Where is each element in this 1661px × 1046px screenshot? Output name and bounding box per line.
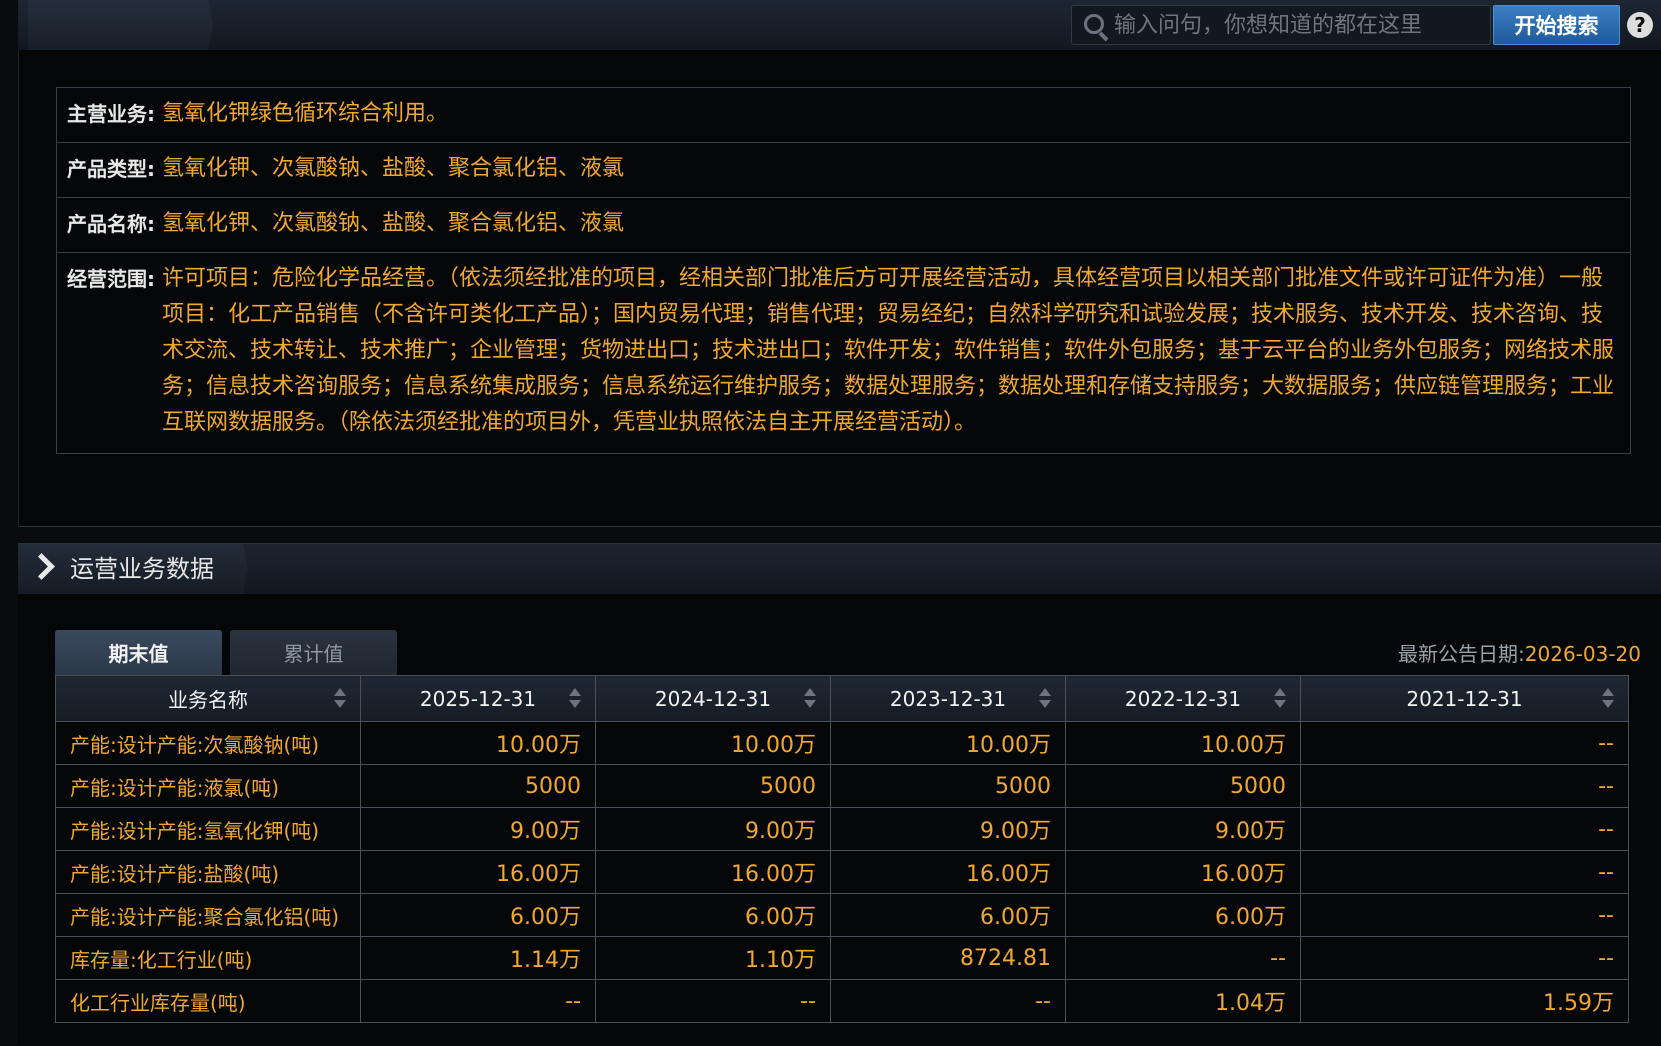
section-title: 运营业务数据 (70, 555, 214, 583)
table-cell: -- (595, 979, 831, 1023)
section-header-ops-data[interactable]: 运营业务数据 (18, 543, 1661, 594)
table-cell: -- (1065, 936, 1301, 980)
row-name: 产能:设计产能:盐酸(吨) (55, 850, 361, 894)
table-cell: -- (1300, 850, 1629, 894)
search-input[interactable] (1112, 5, 1490, 45)
table-cell: 1.10万 (595, 936, 831, 980)
table-cell: -- (1300, 893, 1629, 937)
sort-icon[interactable] (804, 688, 816, 708)
row-name: 产能:设计产能:氢氧化钾(吨) (55, 807, 361, 851)
table-cell: -- (1300, 764, 1629, 808)
sort-icon[interactable] (1039, 688, 1051, 708)
table-cell: 5000 (595, 764, 831, 808)
column-header-label: 2023-12-31 (889, 686, 1007, 711)
table-cell: -- (1300, 807, 1629, 851)
info-row-business-scope: 经营范围: 许可项目：危险化学品经营。（依法须经批准的项目，经相关部门批准后方可… (57, 253, 1630, 453)
tab-period-end[interactable]: 期末值 (55, 630, 222, 675)
table-cell: 6.00万 (595, 893, 831, 937)
info-label: 经营范围: (67, 267, 155, 291)
table-cell: 16.00万 (360, 850, 596, 894)
column-header-label: 2021-12-31 (1406, 686, 1523, 711)
info-row-product-name: 产品名称: 氢氧化钾、次氯酸钠、盐酸、聚合氯化铝、液氯 (57, 198, 1630, 253)
sort-icon[interactable] (1274, 688, 1286, 708)
column-header-2022[interactable]: 2022-12-31 (1065, 675, 1301, 722)
info-value: 许可项目：危险化学品经营。（依法须经批准的项目，经相关部门批准后方可开展经营活动… (162, 266, 1615, 435)
info-label: 产品名称: (67, 212, 155, 236)
table-row: 产能:设计产能:聚合氯化铝(吨) 6.00万 6.00万 6.00万 6.00万… (55, 893, 1629, 937)
column-header-name[interactable]: 业务名称 (55, 675, 361, 722)
table-cell: 1.04万 (1065, 979, 1301, 1023)
info-row-main-business: 主营业务: 氢氧化钾绿色循环综合利用。 (57, 88, 1630, 143)
table-cell: 10.00万 (1065, 721, 1301, 765)
info-value: 氢氧化钾、次氯酸钠、盐酸、聚合氯化铝、液氯 (162, 211, 625, 236)
row-name: 产能:设计产能:次氯酸钠(吨) (55, 721, 361, 765)
table-cell: 9.00万 (595, 807, 831, 851)
table-row: 产能:设计产能:液氯(吨) 5000 5000 5000 5000 -- (55, 764, 1629, 808)
column-header-2023[interactable]: 2023-12-31 (830, 675, 1066, 722)
table-cell: 8724.81 (830, 936, 1066, 980)
table-cell: 9.00万 (830, 807, 1066, 851)
table-row: 产能:设计产能:盐酸(吨) 16.00万 16.00万 16.00万 16.00… (55, 850, 1629, 894)
row-name: 产能:设计产能:液氯(吨) (55, 764, 361, 808)
column-header-2024[interactable]: 2024-12-31 (595, 675, 831, 722)
table-cell: 5000 (830, 764, 1066, 808)
table-cell: 1.14万 (360, 936, 596, 980)
column-header-label: 2022-12-31 (1124, 686, 1242, 711)
info-label: 主营业务: (67, 102, 155, 126)
info-value: 氢氧化钾、次氯酸钠、盐酸、聚合氯化铝、液氯 (162, 156, 625, 181)
table-cell: 16.00万 (595, 850, 831, 894)
table-cell: -- (1300, 721, 1629, 765)
help-icon[interactable]: ? (1627, 12, 1653, 38)
column-header-label: 2025-12-31 (419, 686, 537, 711)
table-cell: 6.00万 (830, 893, 1066, 937)
search-box (1071, 5, 1491, 45)
table-row: 产能:设计产能:次氯酸钠(吨) 10.00万 10.00万 10.00万 10.… (55, 721, 1629, 765)
table-row: 产能:设计产能:氢氧化钾(吨) 9.00万 9.00万 9.00万 9.00万 … (55, 807, 1629, 851)
info-value: 氢氧化钾绿色循环综合利用。 (162, 101, 449, 126)
column-header-2021[interactable]: 2021-12-31 (1300, 675, 1629, 722)
table-row: 库存量:化工行业(吨) 1.14万 1.10万 8724.81 -- -- (55, 936, 1629, 980)
table-cell: 5000 (360, 764, 596, 808)
row-name: 化工行业库存量(吨) (55, 979, 361, 1023)
tab-cumulative[interactable]: 累计值 (230, 630, 397, 675)
table-row: 化工行业库存量(吨) -- -- -- 1.04万 1.59万 (55, 979, 1629, 1023)
sort-icon[interactable] (569, 688, 581, 708)
latest-announcement-date: 最新公告日期:2026-03-20 (1398, 638, 1641, 667)
column-header-label: 业务名称 (168, 688, 248, 712)
table-cell: 6.00万 (1065, 893, 1301, 937)
top-bar-tab (28, 0, 213, 50)
announce-label: 最新公告日期: (1398, 642, 1525, 666)
table-cell: 9.00万 (1065, 807, 1301, 851)
table-cell: -- (1300, 936, 1629, 980)
table-header-row: 业务名称 2025-12-31 2024-12-31 2023-12-31 20… (55, 675, 1629, 722)
row-name: 库存量:化工行业(吨) (55, 936, 361, 980)
ops-data-panel: 期末值 累计值 最新公告日期:2026-03-20 业务名称 2025-12-3… (18, 594, 1661, 1046)
table-cell: -- (830, 979, 1066, 1023)
announce-value: 2026-03-20 (1524, 642, 1641, 666)
table-cell: 9.00万 (360, 807, 596, 851)
column-header-label: 2024-12-31 (654, 686, 772, 711)
info-label: 产品类型: (67, 157, 155, 181)
table-cell: 16.00万 (1065, 850, 1301, 894)
company-info-panel: 主营业务: 氢氧化钾绿色循环综合利用。 产品类型: 氢氧化钾、次氯酸钠、盐酸、聚… (18, 50, 1661, 527)
search-icon (1072, 5, 1112, 45)
sort-icon[interactable] (334, 688, 346, 708)
table-cell: 10.00万 (595, 721, 831, 765)
sort-icon[interactable] (1602, 688, 1614, 708)
search-button[interactable]: 开始搜索 (1493, 5, 1620, 45)
table-cell: 10.00万 (830, 721, 1066, 765)
table-cell: 16.00万 (830, 850, 1066, 894)
ops-data-table: 业务名称 2025-12-31 2024-12-31 2023-12-31 20… (55, 675, 1629, 1023)
info-row-product-type: 产品类型: 氢氧化钾、次氯酸钠、盐酸、聚合氯化铝、液氯 (57, 143, 1630, 198)
column-header-2025[interactable]: 2025-12-31 (360, 675, 596, 722)
table-cell: -- (360, 979, 596, 1023)
table-cell: 6.00万 (360, 893, 596, 937)
table-cell: 10.00万 (360, 721, 596, 765)
company-info-table: 主营业务: 氢氧化钾绿色循环综合利用。 产品类型: 氢氧化钾、次氯酸钠、盐酸、聚… (56, 87, 1631, 454)
table-cell: 5000 (1065, 764, 1301, 808)
table-cell: 1.59万 (1300, 979, 1629, 1023)
row-name: 产能:设计产能:聚合氯化铝(吨) (55, 893, 361, 937)
